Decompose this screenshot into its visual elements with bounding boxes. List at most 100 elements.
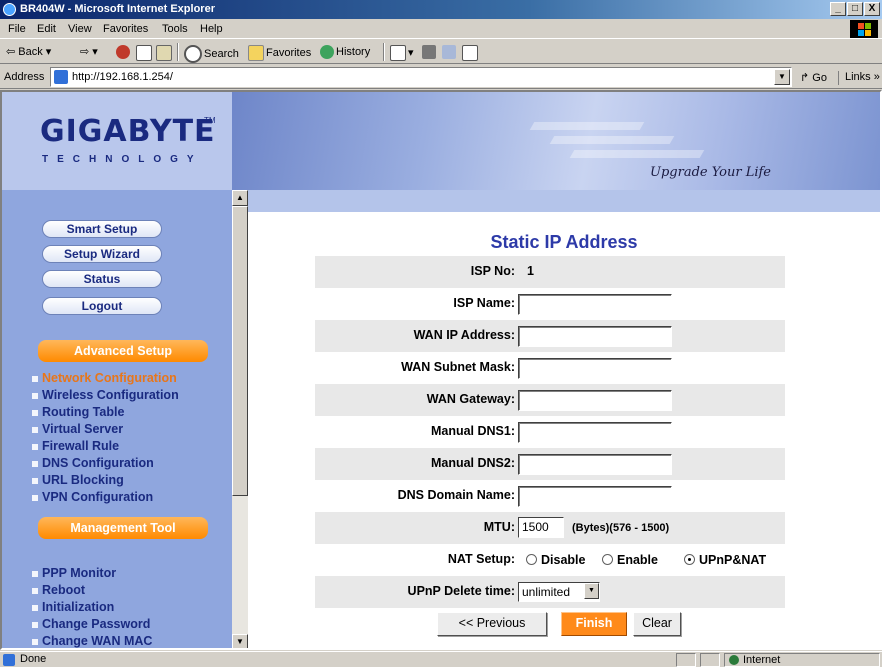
smart-setup-button[interactable]: Smart Setup	[42, 220, 162, 238]
row-buttons: << Previous Finish Clear	[315, 608, 785, 642]
dns-domain-label: DNS Domain Name:	[397, 488, 515, 502]
nav-change-password[interactable]: Change Password	[42, 617, 150, 631]
nav-change-wan-mac[interactable]: Change WAN MAC	[42, 634, 152, 648]
status-button[interactable]: Status	[42, 270, 162, 288]
page-icon	[54, 70, 68, 84]
row-wan-gateway: WAN Gateway:	[315, 384, 785, 416]
radio-icon	[602, 554, 613, 565]
menu-edit[interactable]: Edit	[37, 23, 56, 35]
mtu-input[interactable]: 1500	[518, 517, 564, 538]
nav-ppp-monitor[interactable]: PPP Monitor	[42, 566, 116, 580]
nat-label: NAT Setup:	[447, 552, 515, 566]
bullet-icon	[32, 410, 38, 416]
home-icon	[156, 45, 172, 61]
dns1-input[interactable]	[518, 422, 672, 443]
favorites-button[interactable]: Favorites	[248, 45, 311, 61]
nat-upnp-radio[interactable]: UPnP&NAT	[684, 553, 766, 567]
address-dropdown-icon[interactable]: ▼	[774, 69, 790, 85]
radio-selected-icon	[684, 554, 695, 565]
row-isp-no: ISP No: 1	[315, 256, 785, 288]
wan-subnet-input[interactable]	[518, 358, 672, 379]
refresh-button[interactable]	[136, 45, 154, 61]
nav-routing-table[interactable]: Routing Table	[42, 405, 124, 419]
menu-view[interactable]: View	[68, 23, 92, 35]
nav-reboot[interactable]: Reboot	[42, 583, 85, 597]
logout-button[interactable]: Logout	[42, 297, 162, 315]
forward-button[interactable]: ⇨ ▾	[80, 45, 98, 58]
scroll-down-icon[interactable]: ▼	[232, 634, 248, 648]
wan-ip-input[interactable]	[518, 326, 672, 347]
go-label: Go	[812, 72, 827, 84]
favorites-label: Favorites	[266, 46, 312, 59]
bullet-icon	[32, 622, 38, 628]
bullet-icon	[32, 444, 38, 450]
upnp-delete-value: unlimited	[522, 585, 571, 599]
mtu-note: (Bytes)(576 - 1500)	[572, 522, 670, 534]
nav-url-blocking[interactable]: URL Blocking	[42, 473, 124, 487]
mail-button[interactable]: ▾	[390, 45, 414, 61]
sidebar-scrollbar[interactable]: ▲ ▼	[232, 190, 248, 648]
edit-icon	[442, 45, 456, 59]
address-bar: Address http://192.168.1.254/ ▼ ↱ Go Lin…	[0, 65, 882, 89]
dns2-input[interactable]	[518, 454, 672, 475]
mail-icon	[390, 45, 406, 61]
nat-disable-radio[interactable]: Disable	[526, 553, 585, 567]
logo-trademark: TM	[204, 116, 216, 125]
menu-tools[interactable]: Tools	[162, 23, 188, 35]
maximize-button[interactable]: □	[847, 2, 863, 16]
nav-vpn-configuration[interactable]: VPN Configuration	[42, 490, 153, 504]
search-icon	[184, 45, 202, 63]
history-button[interactable]: History	[320, 45, 370, 59]
stop-button[interactable]	[116, 45, 132, 59]
wan-gateway-input[interactable]	[518, 390, 672, 411]
banner-image	[232, 92, 880, 190]
browser-content: GIGABYTE TM TECHNOLOGY Upgrade Your Life…	[0, 90, 882, 650]
bullet-icon	[32, 571, 38, 577]
menu-help[interactable]: Help	[200, 23, 223, 35]
search-button[interactable]: Search	[184, 45, 239, 63]
bullet-icon	[32, 478, 38, 484]
tagline: Upgrade Your Life	[650, 165, 772, 180]
menu-file[interactable]: File	[8, 23, 26, 35]
nat-enable-radio[interactable]: Enable	[602, 553, 658, 567]
isp-no-value: 1	[527, 264, 534, 278]
bullet-icon	[32, 588, 38, 594]
print-button[interactable]	[422, 45, 438, 59]
minimize-button[interactable]: _	[830, 2, 846, 16]
back-button[interactable]: ⇦ Back ▾	[6, 45, 51, 58]
status-panel	[676, 653, 696, 667]
go-button[interactable]: ↱ Go	[800, 71, 827, 84]
ie-icon	[3, 3, 16, 16]
nav-wireless-configuration[interactable]: Wireless Configuration	[42, 388, 179, 402]
wan-ip-label: WAN IP Address:	[413, 328, 515, 342]
back-label: Back	[18, 46, 43, 58]
edit-button[interactable]	[442, 45, 458, 59]
nav-firewall-rule[interactable]: Firewall Rule	[42, 439, 119, 453]
dns-domain-input[interactable]	[518, 486, 672, 507]
upnp-delete-select[interactable]: unlimited ▼	[518, 582, 600, 602]
setup-wizard-button[interactable]: Setup Wizard	[42, 245, 162, 263]
nav-virtual-server[interactable]: Virtual Server	[42, 422, 123, 436]
address-input[interactable]: http://192.168.1.254/ ▼	[50, 67, 792, 87]
nav-network-configuration[interactable]: Network Configuration	[42, 371, 177, 385]
nav-dns-configuration[interactable]: DNS Configuration	[42, 456, 154, 470]
nav-initialization[interactable]: Initialization	[42, 600, 114, 614]
menu-favorites[interactable]: Favorites	[103, 23, 148, 35]
address-url[interactable]: http://192.168.1.254/	[72, 71, 173, 83]
scroll-up-icon[interactable]: ▲	[232, 190, 248, 206]
scroll-thumb[interactable]	[232, 206, 248, 496]
home-button[interactable]	[156, 45, 174, 61]
bullet-icon	[32, 393, 38, 399]
chevron-down-icon[interactable]: ▼	[584, 583, 599, 599]
discuss-button[interactable]	[462, 45, 480, 61]
toolbar: ⇦ Back ▾ ⇨ ▾ Search Favorites History ▾	[0, 40, 882, 64]
close-button[interactable]: X	[864, 2, 880, 16]
management-tool-header: Management Tool	[38, 517, 208, 539]
refresh-icon	[136, 45, 152, 61]
bullet-icon	[32, 427, 38, 433]
links-button[interactable]: Links »	[838, 71, 880, 85]
isp-name-input[interactable]	[518, 294, 672, 315]
clear-button[interactable]: Clear	[633, 612, 681, 636]
finish-button[interactable]: Finish	[561, 612, 627, 636]
previous-button[interactable]: << Previous	[437, 612, 547, 636]
